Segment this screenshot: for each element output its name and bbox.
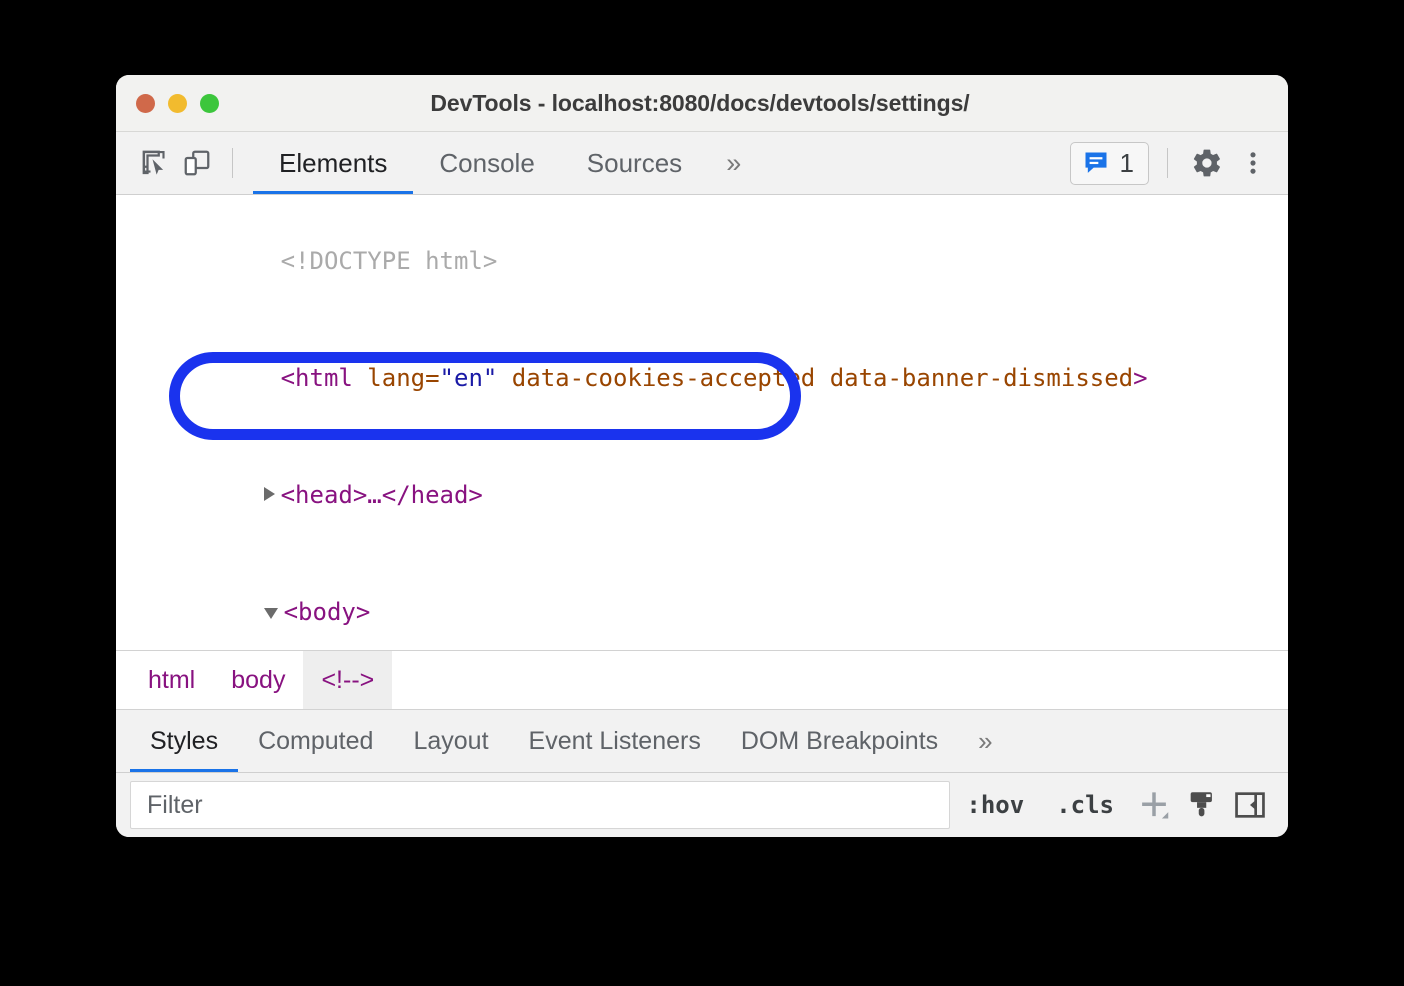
hov-toggle-label: :hov [966, 791, 1024, 819]
sidebar-tabs-overflow-label: » [978, 726, 992, 757]
html-tag-name: <html [281, 364, 353, 392]
html-attr-cookies: data-cookies-accepted [512, 364, 815, 392]
tab-sources-label: Sources [587, 148, 682, 179]
tab-layout-label: Layout [413, 727, 488, 756]
minimize-window-button[interactable] [168, 94, 187, 113]
toggle-sidebar-icon[interactable] [1226, 781, 1274, 829]
panel-tabs-overflow-icon[interactable]: » [708, 132, 759, 194]
issues-count: 1 [1120, 148, 1134, 179]
dom-node-head[interactable]: <head>…</head> [116, 437, 1288, 554]
panel-tabs-overflow-label: » [726, 148, 741, 179]
hov-toggle-button[interactable]: :hov [950, 791, 1040, 819]
cls-toggle-button[interactable]: .cls [1040, 791, 1130, 819]
tab-styles-label: Styles [150, 727, 218, 756]
body-open-text: <body> [284, 598, 371, 626]
breadcrumb-item-body-label: body [231, 666, 285, 695]
sidebar-tabs: Styles Computed Layout Event Listeners D… [116, 710, 1288, 773]
inspect-element-icon[interactable] [134, 142, 176, 184]
window-controls [130, 75, 219, 131]
tab-layout[interactable]: Layout [393, 710, 508, 772]
collapse-triangle-body-icon[interactable] [264, 608, 278, 619]
filter-input[interactable]: Filter [130, 781, 950, 829]
html-tag-close-bracket: > [1133, 364, 1147, 392]
breadcrumb-item-body[interactable]: body [213, 651, 303, 709]
breadcrumb-item-html-label: html [148, 666, 195, 695]
filter-input-placeholder: Filter [147, 791, 203, 820]
window-title: DevTools - localhost:8080/docs/devtools/… [116, 90, 1288, 117]
toolbar-divider [232, 148, 233, 178]
sidebar-tabs-overflow-icon[interactable]: » [958, 710, 1012, 772]
expand-triangle-head-icon[interactable] [264, 487, 275, 501]
title-bar: DevTools - localhost:8080/docs/devtools/… [116, 75, 1288, 132]
tab-event-listeners-label: Event Listeners [529, 727, 701, 756]
tab-elements[interactable]: Elements [253, 132, 413, 194]
dom-node-doctype[interactable]: <!DOCTYPE html> [116, 203, 1288, 320]
more-vertical-icon[interactable] [1232, 142, 1274, 184]
tab-computed-label: Computed [258, 727, 373, 756]
screenshot-stage: DevTools - localhost:8080/docs/devtools/… [0, 0, 1404, 986]
doctype-text: <!DOCTYPE html> [281, 247, 498, 275]
cls-toggle-label: .cls [1056, 791, 1114, 819]
tab-computed[interactable]: Computed [238, 710, 393, 772]
dom-tree[interactable]: <!DOCTYPE html> <html lang="en" data-coo… [116, 195, 1288, 651]
tab-console-label: Console [439, 148, 534, 179]
breadcrumb-item-comment[interactable]: <!--> [303, 651, 392, 709]
toolbar-right-group: 1 [1070, 142, 1274, 185]
breadcrumb: html body <!--> [116, 651, 1288, 710]
tab-event-listeners[interactable]: Event Listeners [509, 710, 721, 772]
toolbar-divider-right [1167, 148, 1168, 178]
panel-tabs: Elements Console Sources » [253, 132, 759, 194]
plus-icon[interactable] [1130, 781, 1178, 829]
devtools-toolbar: Elements Console Sources » [116, 132, 1288, 195]
device-toolbar-icon[interactable] [176, 142, 218, 184]
tab-dom-breakpoints-label: DOM Breakpoints [741, 727, 938, 756]
head-text: <head>…</head> [281, 481, 483, 509]
maximize-window-button[interactable] [200, 94, 219, 113]
breadcrumb-item-comment-label: <!--> [321, 666, 374, 695]
issues-speech-bubble-icon [1082, 149, 1110, 177]
tab-styles[interactable]: Styles [130, 710, 238, 772]
gear-icon[interactable] [1186, 142, 1228, 184]
html-attr-lang: lang [367, 364, 425, 392]
close-window-button[interactable] [136, 94, 155, 113]
dom-node-body-open[interactable]: <body> [116, 554, 1288, 651]
devtools-window: DevTools - localhost:8080/docs/devtools/… [116, 75, 1288, 837]
tab-console[interactable]: Console [413, 132, 560, 194]
html-attr-banner: data-banner-dismissed [830, 364, 1133, 392]
tab-elements-label: Elements [279, 148, 387, 179]
styles-filter-bar: Filter :hov .cls [116, 773, 1288, 837]
paintbrush-icon[interactable] [1178, 781, 1226, 829]
breadcrumb-item-html[interactable]: html [130, 651, 213, 709]
dom-node-html-open[interactable]: <html lang="en" data-cookies-accepted da… [116, 320, 1288, 437]
issues-badge[interactable]: 1 [1070, 142, 1149, 185]
tab-sources[interactable]: Sources [561, 132, 708, 194]
html-attr-lang-value: "en" [440, 364, 498, 392]
tab-dom-breakpoints[interactable]: DOM Breakpoints [721, 710, 958, 772]
